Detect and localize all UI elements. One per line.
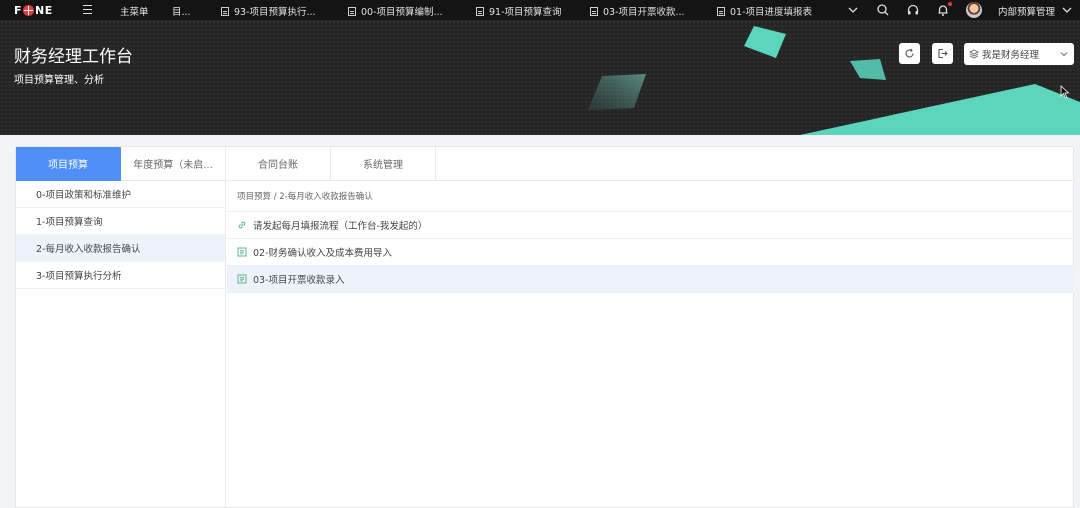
user-menu-label[interactable]: 内部预算管理 xyxy=(998,4,1055,18)
nav-tab-label: 01-项目进度填报表 xyxy=(730,7,813,18)
notification-dot xyxy=(948,2,952,6)
list-item-label: 03-项目开票收款录入 xyxy=(253,275,345,286)
chevron-down-icon[interactable] xyxy=(1060,3,1074,17)
decor-shape xyxy=(588,74,646,110)
chevron-down-icon xyxy=(1060,52,1068,57)
role-select[interactable]: 我是财务经理 xyxy=(964,43,1074,65)
nav-tab-5[interactable]: 01-项目进度填报表 xyxy=(717,4,812,18)
tab-contract-ledger[interactable]: 合同台账 xyxy=(226,147,331,181)
page-title: 财务经理工作台 xyxy=(14,47,133,67)
sidebar-item-budget-query[interactable]: 1-项目预算查询 xyxy=(16,208,225,235)
breadcrumb: 项目预算 / 2-每月收入收款报告确认 xyxy=(227,181,1074,212)
link-icon xyxy=(238,221,246,229)
tab-system-management[interactable]: 系统管理 xyxy=(331,147,436,181)
nav-tab-label: 93-项目预算执行... xyxy=(234,7,316,18)
nav-tab-label: 91-项目预算查询 xyxy=(489,7,562,18)
document-icon xyxy=(590,6,598,16)
workbench-banner: 财务经理工作台 项目预算管理、分析 我是财务经理 xyxy=(0,20,1080,135)
nav-tab-1[interactable]: 93-项目预算执行... xyxy=(221,4,316,18)
hamburger-menu-icon[interactable] xyxy=(83,5,92,14)
nav-tab-4[interactable]: 03-项目开票收款... xyxy=(590,4,685,18)
list-item-label: 请发起每月填报流程（工作台-我发起的） xyxy=(253,221,428,232)
document-icon xyxy=(717,6,725,16)
nav-tab-label: 03-项目开票收款... xyxy=(603,7,685,18)
main-menu-link[interactable]: 主菜单 xyxy=(120,4,149,18)
module-tabs: 项目预算 年度预算（未启... 合同台账 系统管理 xyxy=(16,147,436,181)
list-item[interactable]: 02-财务确认收入及成本费用导入 xyxy=(227,239,1074,266)
search-icon[interactable] xyxy=(876,3,890,17)
page-subtitle: 项目预算管理、分析 xyxy=(14,75,104,86)
app-logo[interactable]: F NE xyxy=(14,3,53,17)
truncated-menu-link[interactable]: 目... xyxy=(172,4,191,18)
tab-annual-budget[interactable]: 年度预算（未启... xyxy=(121,147,226,181)
document-icon xyxy=(348,6,356,16)
logout-button[interactable] xyxy=(932,43,953,64)
sidebar-item-execution-analysis[interactable]: 3-项目预算执行分析 xyxy=(16,262,225,289)
mouse-cursor-icon xyxy=(1060,85,1070,99)
refresh-button[interactable] xyxy=(899,43,920,64)
layers-icon xyxy=(969,49,979,59)
headset-icon[interactable] xyxy=(906,3,920,17)
logout-icon xyxy=(938,48,948,59)
list-item[interactable]: 03-项目开票收款录入 xyxy=(227,266,1074,293)
chevron-down-icon[interactable] xyxy=(846,3,860,17)
nav-tab-2[interactable]: 00-项目预算编制... xyxy=(348,4,443,18)
logo-letter-f: F xyxy=(14,3,23,17)
role-select-value: 我是财务经理 xyxy=(982,50,1040,61)
refresh-icon xyxy=(905,48,914,58)
avatar[interactable] xyxy=(966,2,982,18)
sidebar: 0-项目政策和标准维护 1-项目预算查询 2-每月收入收款报告确认 3-项目预算… xyxy=(16,181,226,508)
logo-letters-ne: NE xyxy=(35,3,53,17)
document-icon xyxy=(476,6,484,16)
sidebar-item-policy[interactable]: 0-项目政策和标准维护 xyxy=(16,181,225,208)
main-panel: 项目预算 / 2-每月收入收款报告确认 请发起每月填报流程（工作台-我发起的） … xyxy=(227,181,1074,508)
sidebar-item-monthly-report[interactable]: 2-每月收入收款报告确认 xyxy=(16,235,225,262)
decor-shape xyxy=(800,84,1080,135)
form-icon xyxy=(237,274,247,284)
nav-tab-label: 00-项目预算编制... xyxy=(361,7,443,18)
tab-project-budget[interactable]: 项目预算 xyxy=(16,147,121,181)
content-card: 项目预算 年度预算（未启... 合同台账 系统管理 0-项目政策和标准维护 1-… xyxy=(15,146,1075,508)
list-item-label: 02-财务确认收入及成本费用导入 xyxy=(253,248,393,259)
top-nav-bar: F NE 主菜单 目... 93-项目预算执行... 00-项目预算编制... 9… xyxy=(0,0,1080,20)
decor-shape xyxy=(744,26,786,58)
decor-shape xyxy=(850,59,886,80)
form-icon xyxy=(237,247,247,257)
document-icon xyxy=(221,6,229,16)
list-item[interactable]: 请发起每月填报流程（工作台-我发起的） xyxy=(227,212,1074,239)
nav-tab-3[interactable]: 91-项目预算查询 xyxy=(476,4,562,18)
logo-o-icon xyxy=(23,4,35,16)
